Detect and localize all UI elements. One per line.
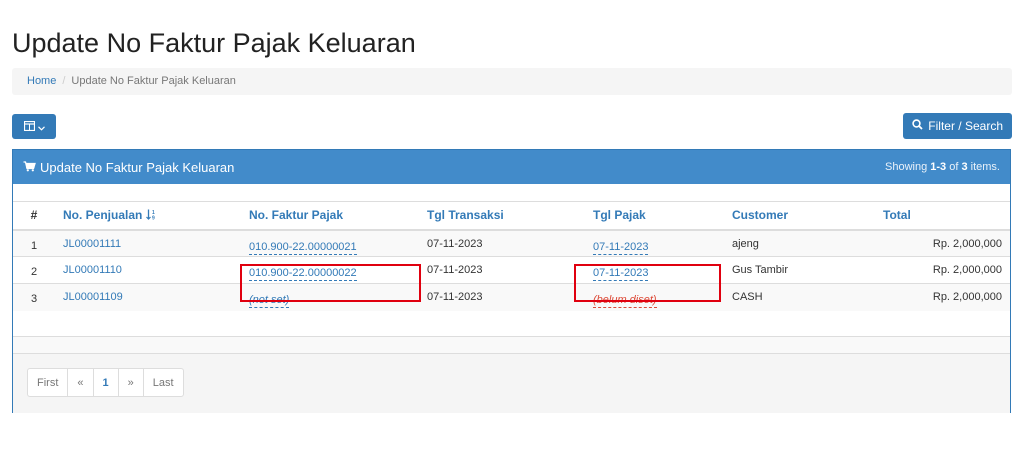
breadcrumb-current: Update No Faktur Pajak Keluaran [71, 75, 236, 87]
grid-columns-icon [23, 118, 35, 136]
no-penjualan-link[interactable]: JL00001110 [63, 264, 122, 276]
svg-text:9: 9 [152, 216, 155, 221]
header-no-penjualan[interactable]: No. Penjualan 19 [55, 201, 241, 231]
breadcrumb-home-link[interactable]: Home [27, 75, 56, 87]
cart-icon [23, 160, 36, 175]
total-cell: Rp. 2,000,000 [875, 229, 1010, 257]
row-num: 3 [13, 283, 55, 311]
header-no-faktur[interactable]: No. Faktur Pajak [241, 201, 419, 231]
row-num: 1 [13, 229, 55, 257]
summary-prefix: Showing [885, 161, 931, 173]
pager-next[interactable]: » [119, 369, 144, 396]
tgl-transaksi-cell: 07-11-2023 [419, 256, 585, 284]
total-cell: Rp. 2,000,000 [875, 283, 1010, 311]
header-tgl-pajak[interactable]: Tgl Pajak [585, 201, 724, 231]
total-cell: Rp. 2,000,000 [875, 256, 1010, 284]
tgl-transaksi-cell: 07-11-2023 [419, 283, 585, 311]
no-penjualan-link[interactable]: JL00001111 [63, 238, 121, 250]
customer-cell: Gus Tambir [724, 256, 875, 284]
header-total[interactable]: Total [875, 201, 1010, 231]
filter-search-label: Filter / Search [928, 119, 1003, 133]
breadcrumb-separator: / [62, 75, 66, 87]
table-header-row: # No. Penjualan 19 No. Faktur Pajak Tgl … [13, 201, 1010, 231]
header-num: # [13, 201, 55, 231]
breadcrumb: Home / Update No Faktur Pajak Keluaran [12, 68, 1012, 95]
pager-prev[interactable]: « [68, 369, 94, 396]
no-faktur-editable[interactable]: 010.900-22.00000021 [249, 241, 357, 255]
table-row: 1 JL00001111 010.900-22.00000021 07-11-2… [13, 229, 1010, 257]
pager-first[interactable]: First [28, 369, 69, 396]
summary-text: Showing 1-3 of 3 items. [885, 161, 1000, 173]
sort-ascending-icon: 19 [145, 208, 157, 222]
no-faktur-editable[interactable]: 010.900-22.00000022 [249, 267, 357, 281]
table-row: 3 JL00001109 (not set) 07-11-2023 (belum… [13, 283, 1010, 311]
tgl-transaksi-cell: 07-11-2023 [419, 229, 585, 257]
pager-last[interactable]: Last [144, 369, 183, 396]
filter-search-button[interactable]: Filter / Search [903, 113, 1012, 139]
tgl-pajak-editable[interactable]: 07-11-2023 [593, 241, 649, 255]
data-table: # No. Penjualan 19 No. Faktur Pajak Tgl … [13, 201, 1010, 311]
row-num: 2 [13, 256, 55, 284]
page-title: Update No Faktur Pajak Keluaran [12, 28, 416, 58]
summary-suffix: items. [967, 161, 1000, 173]
panel-title-wrap: Update No Faktur Pajak Keluaran [23, 160, 234, 175]
no-faktur-editable[interactable]: (not set) [249, 294, 290, 308]
panel-footer: First « 1 » Last [13, 353, 1010, 413]
customer-cell: CASH [724, 283, 875, 311]
column-toggle-button[interactable] [12, 114, 56, 139]
tgl-pajak-editable[interactable]: (belum diset) [593, 294, 657, 308]
grid-panel: Update No Faktur Pajak Keluaran Showing … [12, 149, 1011, 413]
summary-of: of [946, 161, 962, 173]
header-customer[interactable]: Customer [724, 201, 875, 231]
header-tgl-transaksi[interactable]: Tgl Transaksi [419, 201, 585, 231]
pager-page-1[interactable]: 1 [94, 369, 119, 396]
panel-heading: Update No Faktur Pajak Keluaran Showing … [13, 150, 1010, 184]
pagination: First « 1 » Last [27, 368, 184, 397]
chevron-down-icon [37, 118, 45, 136]
header-no-penjualan-label: No. Penjualan [63, 208, 143, 223]
customer-cell: ajeng [724, 229, 875, 257]
search-icon [912, 119, 923, 133]
summary-range: 1-3 [930, 161, 947, 173]
no-penjualan-link[interactable]: JL00001109 [63, 291, 123, 303]
panel-title: Update No Faktur Pajak Keluaran [40, 159, 235, 175]
tgl-pajak-editable[interactable]: 07-11-2023 [593, 267, 649, 281]
table-row: 2 JL00001110 010.900-22.00000022 07-11-2… [13, 256, 1010, 284]
